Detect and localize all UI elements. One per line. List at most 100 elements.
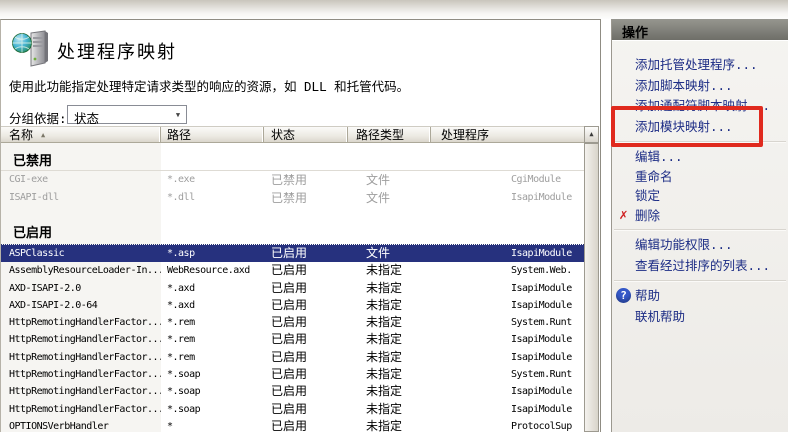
scrollbar-thumb[interactable] [584, 143, 599, 432]
action-link-label: 编辑... [635, 149, 683, 164]
cell-name: OPTIONSVerbHandler [9, 420, 109, 432]
cell-handler: IsapiModule [511, 299, 572, 311]
table-row[interactable]: AXD-ISAPI-2.0-64 *.axd 已启用 未指定 IsapiModule [1, 297, 584, 314]
cell-path: *.exe [167, 174, 195, 185]
cell-state: 已启用 [271, 401, 308, 416]
cell-path-type: 文件 [366, 191, 391, 205]
action-group: ? 帮助联机帮助 [612, 282, 788, 331]
cell-path: *.dll [167, 192, 195, 203]
actions-pane: 操作 添加托管处理程序... 添加脚本映射... 添加通配符脚本映射... 添加模块映… [611, 19, 788, 432]
scrollbar-track[interactable] [584, 143, 599, 432]
column-header-state[interactable]: 状态 [264, 127, 348, 142]
cell-name: HttpRemotingHandlerFactor... [9, 317, 161, 329]
table-row[interactable]: AssemblyResourceLoader-In... WebResource.… [1, 262, 584, 279]
cell-name: AssemblyResourceLoader-In... [9, 265, 161, 277]
table-row[interactable]: HttpRemotingHandlerFactor... *.rem 已启用 未指定 I… [1, 331, 584, 348]
action-link-label: 编辑功能权限... [635, 237, 733, 252]
cell-path-type: 文件 [366, 173, 391, 187]
cell-path: *.soap [167, 386, 201, 398]
window-chrome-band [0, 0, 788, 19]
column-header-path-type[interactable]: 路径类型 [348, 127, 431, 142]
groupby-toolbar: 分组依据: 状态 ▼ [1, 104, 600, 126]
action-link[interactable]: 查看经过排序的列表... [612, 256, 788, 277]
table-row[interactable]: ISAPI-dll *.dll 已禁用 文件 IsapiModule [1, 189, 584, 207]
column-header-handler[interactable]: 处理程序 [431, 127, 584, 142]
cell-handler: IsapiModule [511, 334, 572, 346]
cell-name: HttpRemotingHandlerFactor... [9, 403, 161, 415]
chevron-down-icon[interactable]: ▼ [171, 107, 185, 122]
action-link-label: 帮助 [635, 288, 661, 303]
cell-name: HttpRemotingHandlerFactor... [9, 334, 161, 346]
page-title: 处理程序映射 [57, 42, 177, 63]
group-gap [1, 207, 584, 217]
table-row[interactable]: HttpRemotingHandlerFactor... *.rem 已启用 未指定 S… [1, 314, 584, 331]
cell-state: 已禁用 [271, 191, 308, 205]
list-header-row: 名称 ▲ 路径 状态 路径类型 处理程序 [1, 126, 584, 143]
table-row[interactable]: OPTIONSVerbHandler * 已启用 未指定 ProtocolSup [1, 418, 584, 432]
group-header[interactable]: 已禁用 [1, 146, 584, 171]
column-header-name[interactable]: 名称 ▲ [1, 127, 161, 142]
cell-path: *.axd [167, 282, 195, 294]
action-link[interactable]: 编辑功能权限... [612, 235, 788, 256]
cell-state: 已禁用 [271, 173, 308, 187]
cell-name: HttpRemotingHandlerFactor... [9, 351, 161, 363]
table-row[interactable]: HttpRemotingHandlerFactor... *.soap 已启用 未指定… [1, 401, 584, 418]
action-link[interactable]: 锁定 [612, 186, 788, 206]
scroll-up-icon[interactable]: ▲ [584, 126, 599, 143]
group-by-selected-value: 状态 [74, 111, 100, 126]
cell-handler: ProtocolSup [511, 420, 572, 432]
action-link[interactable]: 联机帮助 [612, 307, 788, 328]
cell-path: *.rem [167, 317, 195, 329]
action-link[interactable]: 重命名 [612, 167, 788, 187]
cell-name: CGI-exe [9, 174, 48, 185]
iis-handler-mappings-screen: 处理程序映射 使用此功能指定处理特定请求类型的响应的资源，如 DLL 和托管代码… [0, 0, 788, 432]
cell-path-type: 未指定 [366, 280, 403, 295]
action-link-label: 联机帮助 [635, 308, 686, 324]
cell-handler: System.Runt [511, 369, 572, 381]
action-group: 编辑功能权限... 查看经过排序的列表... [612, 231, 788, 280]
cell-path-type: 未指定 [366, 367, 403, 382]
action-link[interactable]: 添加脚本映射... [612, 76, 788, 97]
cell-path-type: 未指定 [366, 332, 403, 347]
cell-name: ASPClassic [9, 248, 65, 259]
cell-path-type: 未指定 [366, 401, 403, 416]
cell-handler: System.Web. [511, 265, 572, 277]
cell-path: WebResource.axd [167, 265, 250, 277]
table-row[interactable]: HttpRemotingHandlerFactor... *.rem 已启用 未指定 I… [1, 349, 584, 366]
delete-x-icon: ✗ [619, 206, 628, 223]
table-row[interactable]: HttpRemotingHandlerFactor... *.soap 已启用 未指定… [1, 383, 584, 400]
groupby-label: 分组依据: [9, 111, 67, 126]
vertical-scrollbar[interactable]: ▲ [584, 126, 600, 432]
sort-asc-icon: ▲ [41, 131, 46, 139]
cell-path-type: 未指定 [366, 384, 403, 399]
cell-handler: IsapiModule [511, 282, 572, 294]
table-row[interactable]: ASPClassic *.asp 已启用 文件 IsapiModule [1, 245, 584, 263]
cell-state: 已启用 [271, 246, 308, 260]
feature-description: 使用此功能指定处理特定请求类型的响应的资源，如 DLL 和托管代码。 [9, 79, 410, 94]
cell-state: 已启用 [271, 349, 308, 364]
cell-path: *.soap [167, 369, 201, 381]
action-link[interactable]: ? 帮助 [612, 286, 788, 307]
group-header[interactable]: 已启用 [1, 217, 584, 245]
annotation-highlight-box [611, 106, 763, 147]
action-link[interactable]: 添加托管处理程序... [612, 55, 788, 76]
table-row[interactable]: CGI-exe *.exe 已禁用 文件 CgiModule [1, 171, 584, 189]
cell-name: AXD-ISAPI-2.0-64 [9, 299, 98, 311]
cell-state: 已启用 [271, 315, 308, 330]
cell-path: *.soap [167, 403, 201, 415]
cell-path-type: 未指定 [366, 418, 403, 432]
feature-pane: 处理程序映射 使用此功能指定处理特定请求类型的响应的资源，如 DLL 和托管代码… [0, 19, 601, 432]
cell-state: 已启用 [271, 367, 308, 382]
table-row[interactable]: AXD-ISAPI-2.0 *.axd 已启用 未指定 IsapiModule [1, 280, 584, 297]
actions-panel-title: 操作 [612, 19, 788, 41]
table-row[interactable]: HttpRemotingHandlerFactor... *.soap 已启用 未指定… [1, 366, 584, 383]
group-by-select[interactable]: 状态 ▼ [67, 105, 187, 126]
action-link-label: 添加脚本映射... [635, 77, 733, 93]
column-header-path[interactable]: 路径 [161, 127, 264, 142]
cell-state: 已启用 [271, 384, 308, 399]
action-link[interactable]: ✗ 删除 [612, 206, 788, 226]
action-link-label: 锁定 [635, 188, 661, 203]
action-link[interactable]: 编辑... [612, 147, 788, 167]
cell-name: HttpRemotingHandlerFactor... [9, 386, 161, 398]
help-question-icon: ? [616, 288, 631, 303]
